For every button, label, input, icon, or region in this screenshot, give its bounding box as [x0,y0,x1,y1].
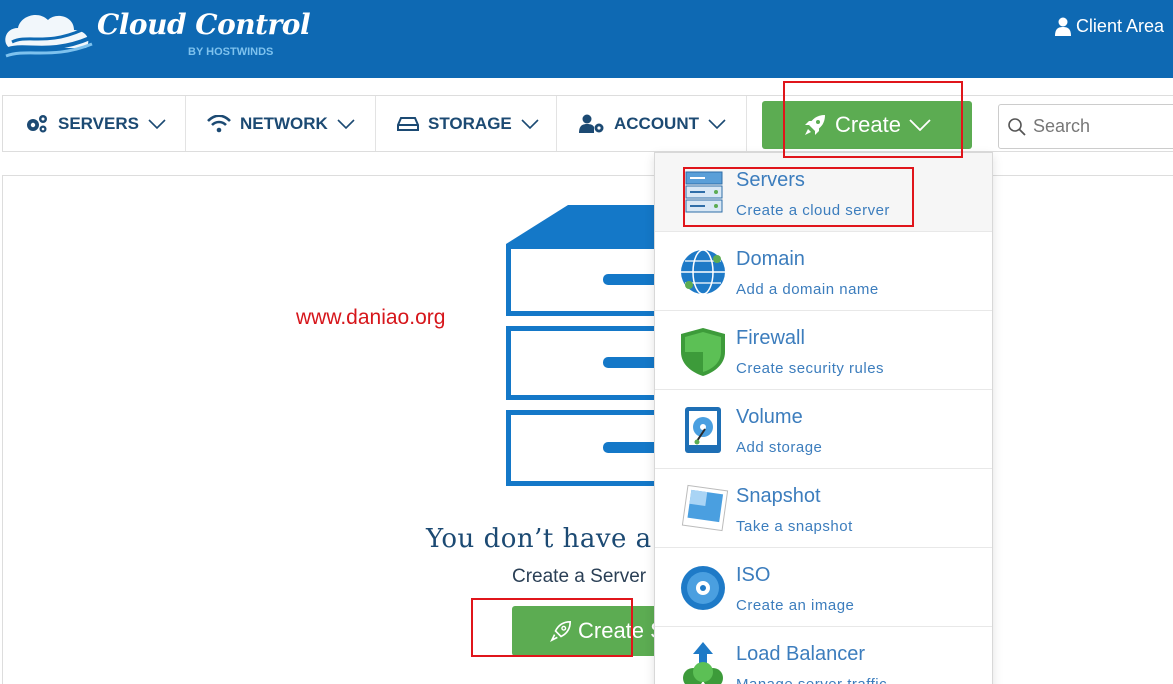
dropdown-item-volume[interactable]: Volume Add storage [655,390,992,469]
client-area-label: Client Area [1075,16,1164,36]
hard-drive-icon [397,116,419,131]
wifi-icon [207,114,231,132]
user-icon [1054,17,1071,36]
dropdown-item-desc: Add a domain name [736,281,879,298]
dropdown-item-label: Snapshot [736,485,821,507]
dropdown-item-iso[interactable]: ISO Create an image [655,548,992,627]
nav-servers[interactable]: SERVERS [25,96,166,151]
nav-divider [185,96,186,151]
nav-network-label: NETWORK [240,113,328,133]
dropdown-item-desc: Create security rules [736,360,885,377]
chevron-down-icon [337,118,355,129]
cloud-control-logo[interactable]: Cloud Control BY HOSTWINDS [2,4,311,60]
nav-divider [556,96,557,151]
empty-state-subtitle: Create a Server [512,566,647,587]
create-dropdown-menu: Servers Create a cloud server Domain Add… [654,152,993,684]
search-box[interactable] [998,104,1173,149]
disk-volume-icon [685,407,721,453]
dropdown-item-firewall[interactable]: Firewall Create security rules [655,311,992,390]
empty-servers-illustration-icon [506,205,678,486]
create-menu-label: Create [834,112,902,137]
server-stack-icon [685,171,723,213]
dropdown-item-label: Domain [736,248,805,270]
logo-title: Cloud Control [97,8,311,41]
dropdown-item-desc: Add storage [736,439,823,456]
dropdown-item-label: Volume [736,406,803,428]
globe-icon [681,249,725,295]
watermark-text: www.daniao.org [296,306,446,329]
load-balancer-icon [683,642,723,684]
search-icon [1008,117,1026,136]
dropdown-item-load-balancer[interactable]: Load Balancer Manage server traffic [655,627,992,684]
dropdown-item-label: Load Balancer [736,643,865,665]
rocket-icon [804,115,825,135]
rocket-icon [550,621,571,642]
dropdown-item-label: ISO [736,564,771,586]
client-area-link[interactable]: Client Area [1054,16,1164,37]
chevron-down-icon [521,118,539,129]
main-nav: SERVERS NETWORK STORAGE ACCOUNT Create S… [2,95,1173,152]
empty-state-title: You don’t have a [426,524,652,554]
dropdown-item-domain[interactable]: Domain Add a domain name [655,232,992,311]
top-header: Cloud Control BY HOSTWINDS Client Area [0,0,1173,78]
optical-disc-icon [681,566,725,610]
nav-servers-label: SERVERS [58,113,139,133]
dropdown-item-desc: Take a snapshot [736,518,853,535]
dropdown-item-desc: Create a cloud server [736,202,890,219]
dropdown-item-servers[interactable]: Servers Create a cloud server [655,153,992,232]
dropdown-item-desc: Create an image [736,597,855,614]
nav-account[interactable]: ACCOUNT [579,96,726,151]
create-server-label: Create S [578,618,665,643]
dropdown-item-desc: Manage server traffic [736,676,887,684]
create-menu-button[interactable]: Create [762,101,972,149]
chevron-down-icon [909,119,931,131]
cloud-logo-icon [5,14,93,58]
dropdown-item-label: Servers [736,169,805,191]
nav-divider [375,96,376,151]
logo-subtitle: BY HOSTWINDS [188,46,274,58]
shield-icon [681,328,725,376]
nav-account-label: ACCOUNT [614,113,699,133]
nav-network[interactable]: NETWORK [207,96,355,151]
dropdown-item-label: Firewall [736,327,805,349]
search-input[interactable] [1033,116,1173,137]
chevron-down-icon [148,118,166,129]
photo-snapshot-icon [681,484,729,532]
nav-divider [746,96,747,151]
user-gear-icon [579,114,604,133]
chevron-down-icon [708,118,726,129]
page: Cloud Control BY HOSTWINDS Client Area S… [0,0,1173,684]
gears-icon [27,114,47,132]
nav-storage[interactable]: STORAGE [397,96,539,151]
nav-storage-label: STORAGE [428,113,512,133]
dropdown-item-snapshot[interactable]: Snapshot Take a snapshot [655,469,992,548]
